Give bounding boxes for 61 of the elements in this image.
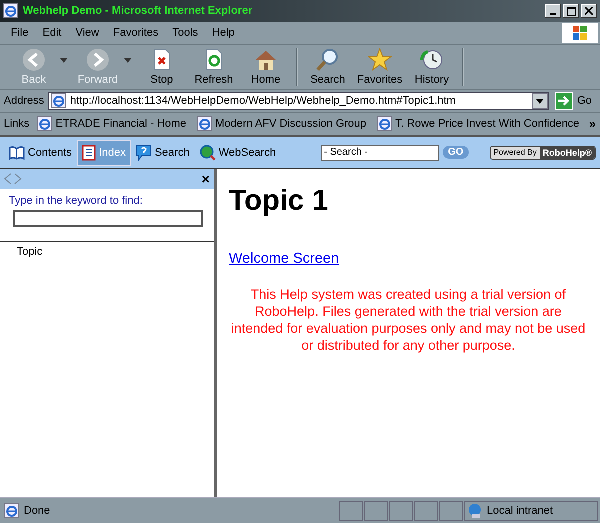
page-icon	[36, 116, 53, 132]
more-links-button[interactable]: »	[589, 117, 596, 131]
powered-by-badge: Powered By RoboHelp®	[490, 146, 596, 160]
status-panel	[414, 500, 438, 520]
toolbar-button[interactable]: Favorites	[354, 48, 406, 86]
toolbar-button[interactable]: History	[406, 48, 458, 86]
keyword-field[interactable]	[13, 210, 203, 227]
maximize-button[interactable]	[563, 4, 579, 18]
windows-logo-icon	[572, 25, 588, 41]
close-button[interactable]	[581, 4, 597, 18]
help-tab[interactable]: Contents	[4, 140, 78, 166]
link-button[interactable]: T. Rowe Price Invest With Confidence	[374, 116, 583, 132]
dropdown-arrow-icon[interactable]	[536, 98, 544, 104]
minimize-button[interactable]	[545, 4, 561, 18]
star-icon	[368, 48, 392, 72]
help-tab[interactable]: WebSearch	[194, 140, 282, 166]
book-icon	[9, 144, 25, 160]
toolbar-button[interactable]: Search	[302, 48, 354, 86]
toolbar-button[interactable]: Stop	[136, 48, 188, 86]
page-icon	[4, 502, 20, 518]
menu-item[interactable]: Tools	[166, 27, 206, 39]
close-icon	[585, 7, 593, 15]
clock-arrow-icon	[420, 48, 444, 72]
question-bubble-icon	[136, 144, 152, 160]
help-tab[interactable]: Search	[130, 140, 195, 166]
menu-item[interactable]: File	[4, 27, 36, 39]
page-icon	[196, 116, 213, 132]
link-button[interactable]: ETRADE Financial - Home	[34, 116, 190, 132]
status-panel	[364, 500, 388, 520]
menu-item[interactable]: View	[68, 27, 106, 39]
keyword-item[interactable]: Topic	[0, 246, 43, 258]
go-button[interactable]: Go	[553, 92, 596, 110]
trial-notice: This Help system was created using a trial version of RoboHelp. Files generated with the trial version are intended for evaluation purposes only and may not be used or distributed for any other purpose.	[230, 287, 587, 354]
search-field[interactable]: - Search -	[321, 144, 440, 160]
browser-logo-icon	[3, 3, 19, 19]
status-panel	[389, 500, 413, 520]
toolbar-button[interactable]: Refresh	[188, 48, 240, 86]
page-icon	[51, 93, 68, 109]
menu-item[interactable]: Edit	[36, 27, 69, 39]
magnifier-icon	[316, 48, 340, 72]
address-label: Address	[4, 95, 44, 107]
globe-magnifier-icon	[200, 144, 216, 160]
window-title: Webhelp Demo - Microsoft Internet Explorer	[23, 5, 254, 17]
menu-item[interactable]: Help	[205, 27, 242, 39]
close-pane-button[interactable]: ×	[202, 172, 210, 186]
page-icon	[376, 116, 393, 132]
status-text: Done	[24, 504, 50, 516]
links-label: Links	[4, 118, 30, 130]
network-icon	[467, 502, 483, 518]
index-list-icon	[82, 144, 96, 160]
link-button[interactable]: Modern AFV Discussion Group	[194, 116, 370, 132]
topic-link[interactable]: Welcome Screen	[229, 251, 340, 267]
toolbar-button[interactable]: Home	[240, 48, 292, 86]
topic-title: Topic 1	[229, 185, 330, 218]
status-panel	[339, 500, 363, 520]
address-field[interactable]: http://localhost:1134/WebHelpDemo/WebHelp/Webhelp_Demo.htm#Topic1.htm	[48, 92, 550, 110]
menu-item[interactable]: Favorites	[106, 27, 166, 39]
keyword-prompt: Type in the keyword to find:	[8, 194, 144, 209]
maximize-icon	[566, 6, 576, 16]
zone-text: Local intranet	[487, 504, 554, 516]
house-icon	[254, 48, 278, 72]
